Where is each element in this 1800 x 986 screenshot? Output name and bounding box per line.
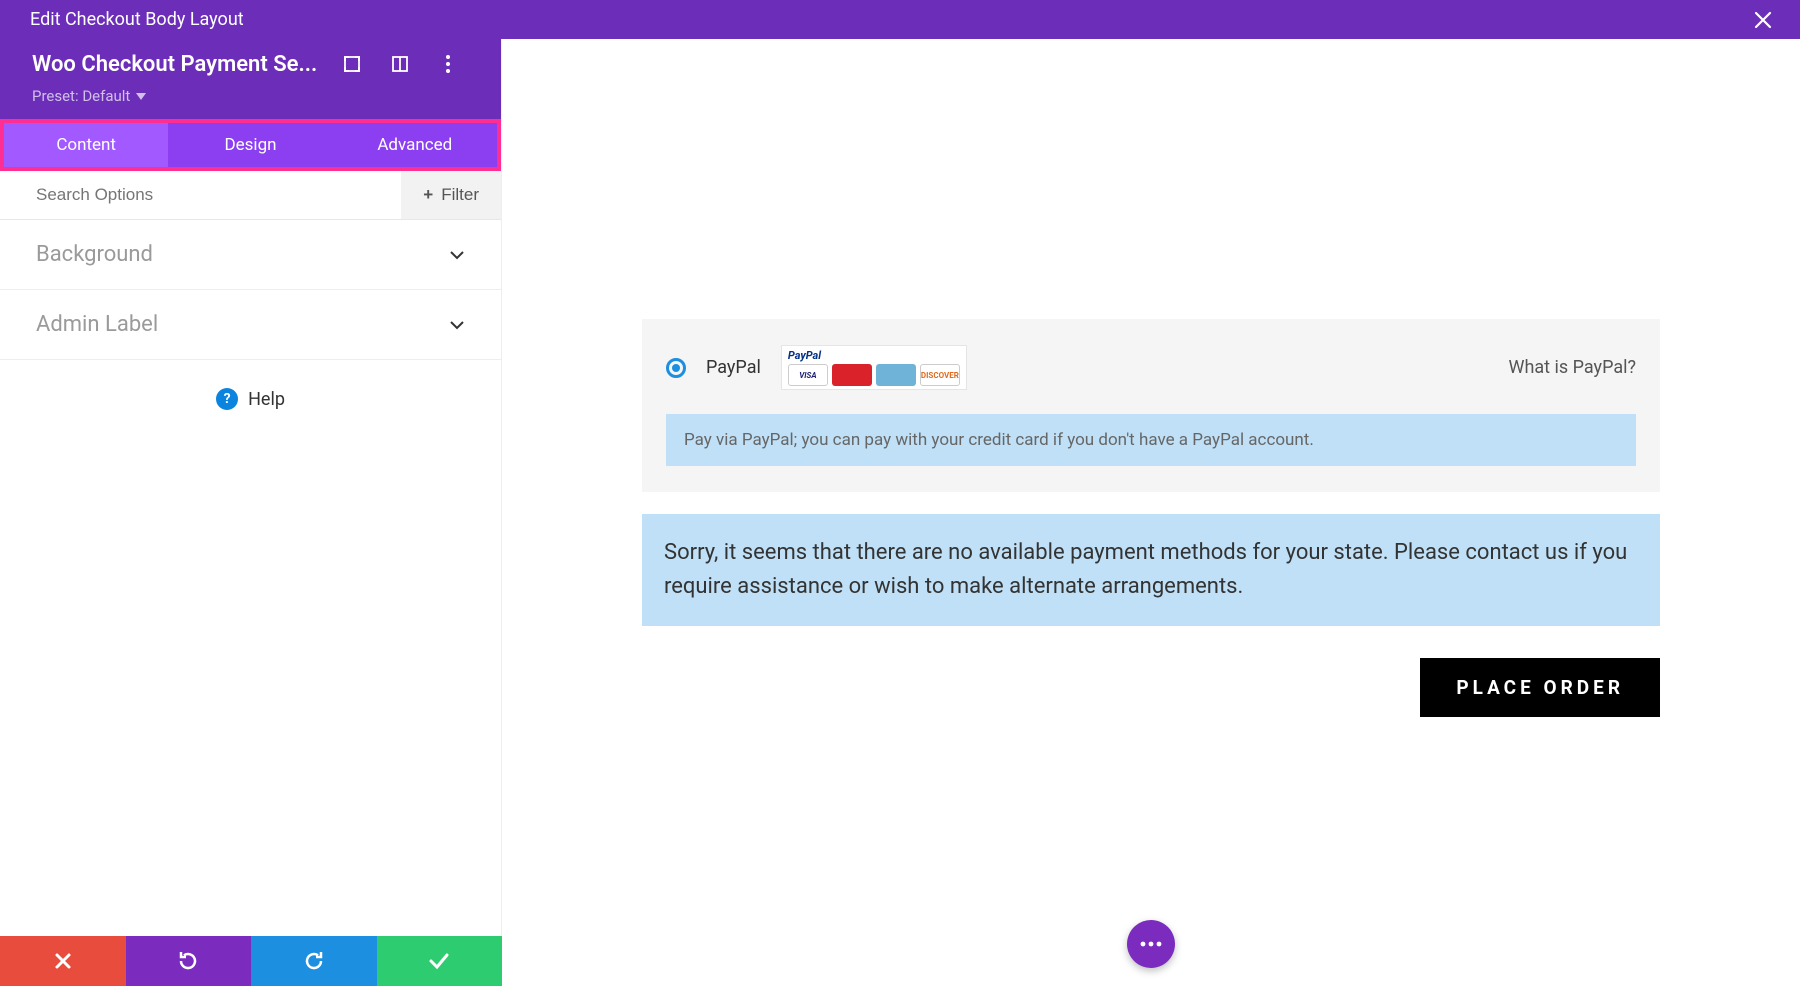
paypal-radio[interactable] (666, 358, 686, 378)
accordion-label: Admin Label (36, 312, 158, 337)
no-payment-methods-notice: Sorry, it seems that there are no availa… (642, 514, 1660, 626)
accordion-background[interactable]: Background (0, 220, 501, 290)
what-is-paypal-link[interactable]: What is PayPal? (1508, 357, 1636, 378)
responsive-icon[interactable] (387, 51, 413, 77)
search-input[interactable] (0, 171, 401, 219)
page-title: Edit Checkout Body Layout (30, 9, 244, 30)
expand-icon[interactable] (339, 51, 365, 77)
preset-label: Preset: Default (32, 87, 130, 105)
close-icon[interactable] (1746, 7, 1780, 33)
place-order-button[interactable]: PLACE ORDER (1420, 658, 1660, 717)
visa-card-icon: VISA (788, 364, 828, 386)
paypal-brand-text: PayPal (788, 349, 960, 362)
preset-selector[interactable]: Preset: Default (32, 87, 471, 105)
tab-design[interactable]: Design (168, 123, 332, 167)
chevron-down-icon (449, 320, 465, 330)
filter-label: Filter (441, 185, 479, 205)
tab-content[interactable]: Content (4, 123, 168, 167)
paypal-card-logos: PayPal VISA DISCOVER (781, 345, 967, 390)
help-label: Help (248, 389, 285, 410)
module-title: Woo Checkout Payment Se... (32, 52, 317, 77)
help-link[interactable]: ? Help (0, 360, 501, 438)
plus-icon: + (423, 185, 433, 205)
settings-tabs: Content Design Advanced (0, 119, 501, 171)
action-bar (0, 936, 502, 986)
discover-card-icon: DISCOVER (920, 364, 960, 386)
chevron-down-icon (449, 250, 465, 260)
preview-canvas: PayPal PayPal VISA DISCOVER What is PayP… (502, 39, 1800, 986)
amex-card-icon (876, 364, 916, 386)
save-button[interactable] (377, 936, 503, 986)
paypal-label: PayPal (706, 357, 761, 378)
accordion-label: Background (36, 242, 153, 267)
kebab-menu-icon[interactable] (435, 51, 461, 77)
help-icon: ? (216, 388, 238, 410)
chevron-down-icon (136, 93, 146, 100)
paypal-note: Pay via PayPal; you can pay with your cr… (666, 414, 1636, 466)
settings-sidebar: Woo Checkout Payment Se... Preset: Defau… (0, 39, 502, 986)
undo-button[interactable] (126, 936, 252, 986)
accordion-admin-label[interactable]: Admin Label (0, 290, 501, 360)
tab-advanced[interactable]: Advanced (333, 123, 497, 167)
payment-method-box: PayPal PayPal VISA DISCOVER What is PayP… (642, 319, 1660, 492)
cancel-button[interactable] (0, 936, 126, 986)
mastercard-card-icon (832, 364, 872, 386)
module-header: Woo Checkout Payment Se... Preset: Defau… (0, 39, 501, 119)
filter-button[interactable]: + Filter (401, 171, 501, 219)
redo-button[interactable] (251, 936, 377, 986)
builder-fab[interactable] (1127, 920, 1175, 968)
